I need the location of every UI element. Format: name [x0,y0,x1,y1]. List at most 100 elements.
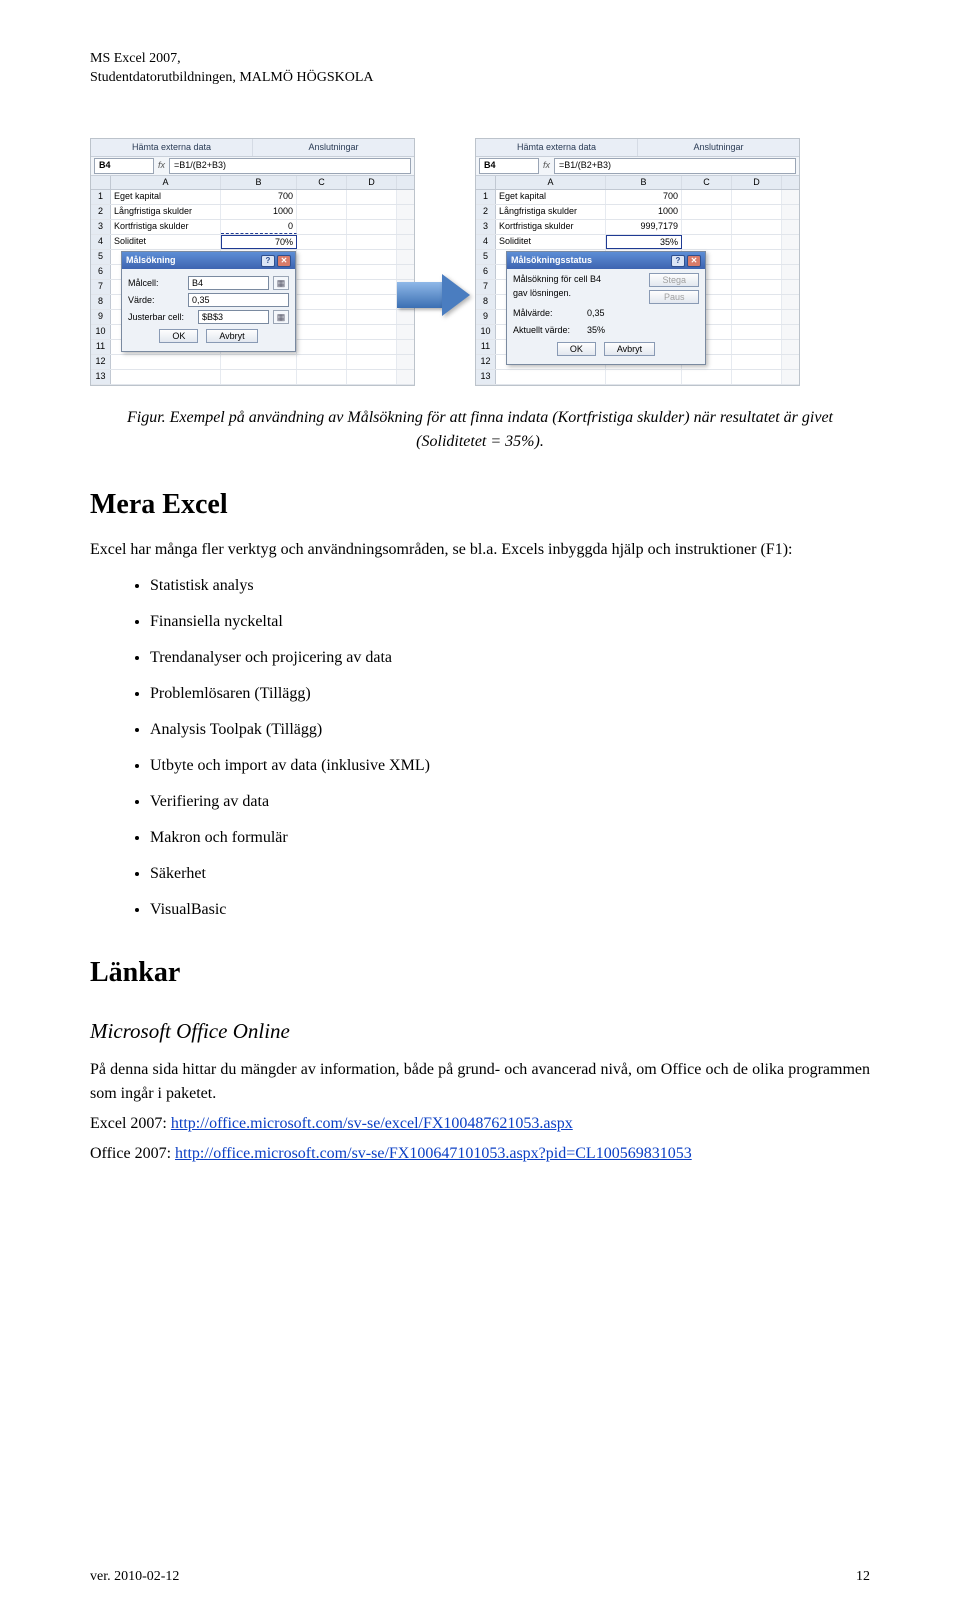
cell[interactable] [297,295,347,309]
cell[interactable] [111,355,221,369]
row-header[interactable]: 13 [91,370,111,384]
row-header[interactable]: 3 [476,220,496,234]
cell[interactable] [347,280,397,294]
row-header[interactable]: 4 [476,235,496,249]
cell[interactable] [347,340,397,354]
cell[interactable] [347,190,397,204]
row-header[interactable]: 2 [476,205,496,219]
cell[interactable] [732,235,782,249]
row-header[interactable]: 8 [91,295,111,309]
col-header-c[interactable]: C [682,176,732,190]
cell[interactable]: Eget kapital [111,190,221,204]
row-header[interactable]: 11 [91,340,111,354]
cell[interactable] [732,220,782,234]
help-icon[interactable]: ? [671,255,685,267]
col-header-d[interactable]: D [732,176,782,190]
col-header-d[interactable]: D [347,176,397,190]
cell[interactable]: Soliditet [496,235,606,249]
cell-b4-selected[interactable]: 35% [606,235,682,249]
row-header[interactable]: 10 [476,325,496,339]
col-header-a[interactable]: A [111,176,221,190]
range-picker-icon[interactable]: ▦ [273,276,289,290]
row-header[interactable]: 3 [91,220,111,234]
row-header[interactable]: 5 [476,250,496,264]
fx-icon[interactable]: fx [543,159,550,173]
fx-icon[interactable]: fx [158,159,165,173]
formula-bar[interactable]: =B1/(B2+B3) [554,158,796,174]
cell[interactable] [732,340,782,354]
cell[interactable] [682,370,732,384]
cell[interactable] [347,265,397,279]
cell[interactable] [297,220,347,234]
cell[interactable] [347,370,397,384]
ribbon-group-connections[interactable]: Anslutningar [638,139,799,157]
row-header[interactable]: 12 [91,355,111,369]
row-header[interactable]: 10 [91,325,111,339]
cell[interactable] [297,250,347,264]
cell[interactable] [347,310,397,324]
name-box[interactable]: B4 [479,158,539,174]
cell[interactable]: 1000 [606,205,682,219]
col-header-a[interactable]: A [496,176,606,190]
col-header-b[interactable]: B [221,176,297,190]
ribbon-group-external-data[interactable]: Hämta externa data [476,139,638,157]
cell-b4-selected[interactable]: 70% [221,235,297,249]
cell[interactable] [111,370,221,384]
row-header[interactable]: 5 [91,250,111,264]
name-box[interactable]: B4 [94,158,154,174]
cell[interactable] [682,190,732,204]
cell[interactable]: Kortfristiga skulder [111,220,221,234]
cell[interactable] [347,250,397,264]
cell[interactable] [297,235,347,249]
cell[interactable] [682,220,732,234]
cell[interactable] [297,340,347,354]
cell[interactable]: Långfristiga skulder [111,205,221,219]
row-header[interactable]: 6 [476,265,496,279]
cell[interactable] [297,325,347,339]
ribbon-group-connections[interactable]: Anslutningar [253,139,414,157]
cell[interactable] [732,310,782,324]
cell[interactable] [347,220,397,234]
cell[interactable] [347,205,397,219]
cell[interactable]: 0 [221,220,297,234]
row-header[interactable]: 9 [91,310,111,324]
cancel-button[interactable]: Avbryt [604,342,655,356]
row-header[interactable]: 8 [476,295,496,309]
cell[interactable] [606,370,682,384]
cell[interactable] [682,205,732,219]
cell[interactable]: Eget kapital [496,190,606,204]
row-header[interactable]: 9 [476,310,496,324]
cell[interactable]: 700 [606,190,682,204]
cancel-button[interactable]: Avbryt [206,329,257,343]
range-picker-icon[interactable]: ▦ [273,310,289,324]
col-header-b[interactable]: B [606,176,682,190]
cell[interactable] [297,190,347,204]
cell[interactable] [297,310,347,324]
close-icon[interactable]: ✕ [687,255,701,267]
cell[interactable] [682,235,732,249]
pause-button[interactable]: Paus [649,290,699,304]
cell[interactable]: Långfristiga skulder [496,205,606,219]
cell[interactable] [347,355,397,369]
help-icon[interactable]: ? [261,255,275,267]
cell[interactable]: Soliditet [111,235,221,249]
select-all-corner[interactable] [91,176,111,190]
value-input[interactable]: 0,35 [188,293,289,307]
cell[interactable] [221,370,297,384]
changing-cell-input[interactable]: $B$3 [198,310,269,324]
cell[interactable] [297,355,347,369]
cell[interactable] [347,325,397,339]
cell[interactable] [732,265,782,279]
ok-button[interactable]: OK [557,342,596,356]
row-header[interactable]: 1 [91,190,111,204]
goal-cell-input[interactable]: B4 [188,276,269,290]
cell[interactable]: Kortfristiga skulder [496,220,606,234]
cell[interactable]: 999,7179 [606,220,682,234]
row-header[interactable]: 2 [91,205,111,219]
cell[interactable] [732,205,782,219]
col-header-c[interactable]: C [297,176,347,190]
row-header[interactable]: 12 [476,355,496,369]
row-header[interactable]: 7 [91,280,111,294]
ribbon-group-external-data[interactable]: Hämta externa data [91,139,253,157]
cell[interactable] [732,325,782,339]
